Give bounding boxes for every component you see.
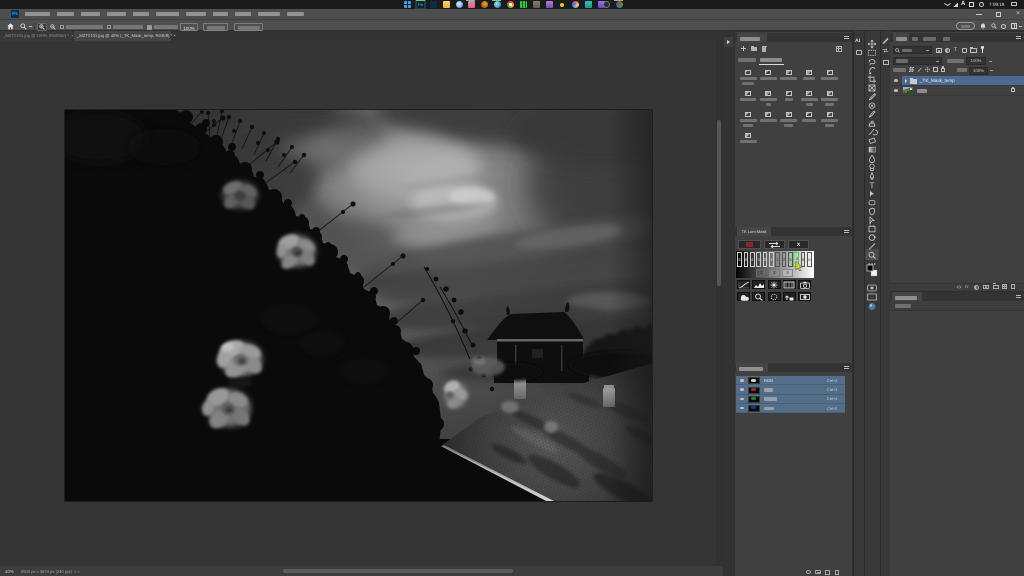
svg-text:T: T [870,181,875,190]
